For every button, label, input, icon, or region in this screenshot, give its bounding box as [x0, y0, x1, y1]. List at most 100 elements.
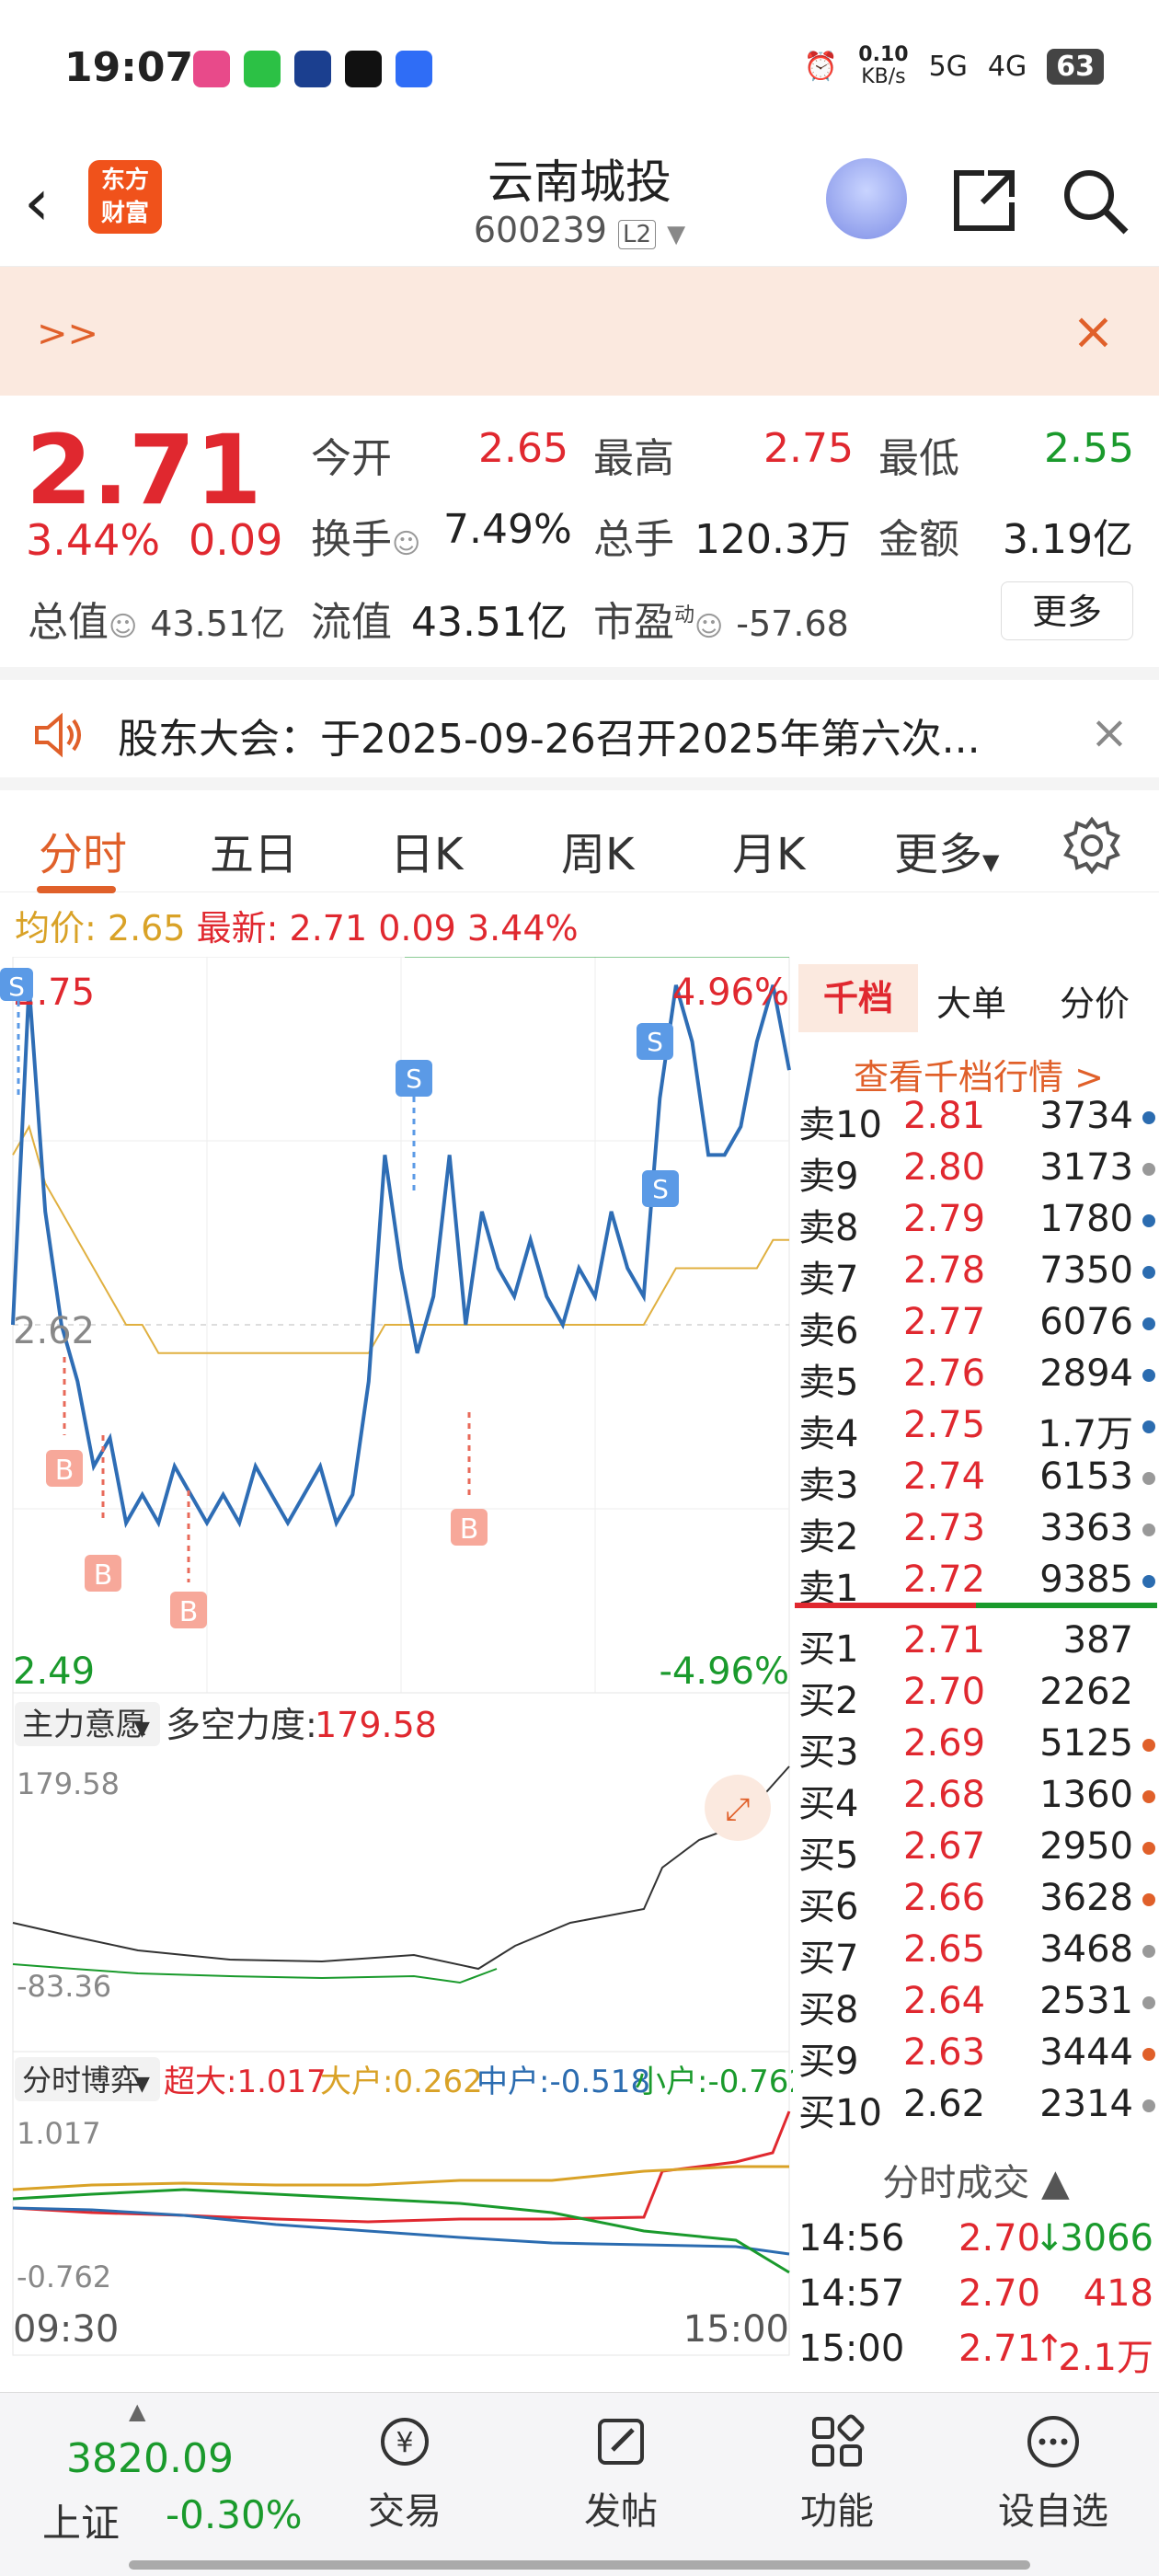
ask-row[interactable]: 卖4 2.75 1.7万 — [793, 1404, 1159, 1455]
edit-icon — [598, 2419, 644, 2465]
share-icon[interactable] — [947, 164, 1021, 237]
svg-text:B: B — [55, 1455, 75, 1487]
tab-intraday[interactable]: 分时 — [39, 818, 127, 882]
turnover-label: 换手☺ — [311, 516, 421, 563]
order-book-panel: 千档 大单 分价 卖10 2.81 3734 卖9 2.80 3173 卖8 2.79 1780… — [793, 957, 1159, 2379]
tab-daily-k[interactable]: 日K — [390, 818, 463, 882]
notice-bar[interactable]: 股东大会：于2025-09-26召开2025年第六次... × — [0, 667, 1159, 777]
sell-marker[interactable]: S — [642, 1170, 679, 1207]
app-notification-icon — [193, 51, 230, 87]
bid-row[interactable]: 买10 2.62 2314 — [793, 2083, 1159, 2134]
index-change[interactable]: -0.30% — [166, 2492, 303, 2537]
nav-trade[interactable]: ¥ 交易 — [336, 2411, 474, 2535]
svg-text:¥: ¥ — [396, 2427, 413, 2459]
volume-value: 120.3万 — [694, 516, 851, 563]
bid-row[interactable]: 买3 2.69 5125 — [793, 1722, 1159, 1774]
svg-text:S: S — [652, 1174, 669, 1204]
min-pct-label: -4.96% — [659, 1650, 789, 1693]
app-icon — [294, 51, 331, 87]
svg-text:B: B — [94, 1559, 113, 1592]
indicator2-mid: 中户:-0.518 — [476, 2064, 650, 2100]
time-start-label: 09:30 — [13, 2308, 119, 2351]
change-percent: 3.44% — [26, 515, 161, 565]
svg-text:S: S — [406, 1064, 422, 1094]
float-label: 流值 — [311, 599, 392, 646]
more-button[interactable]: 更多 — [1001, 581, 1133, 640]
indicator1-sub-label: 多空力度: — [166, 1705, 317, 1745]
bid-row[interactable]: 买2 2.70 2262 — [793, 1671, 1159, 1722]
ask-row[interactable]: 卖3 2.74 6153 — [793, 1455, 1159, 1507]
index-value[interactable]: 3820.09 — [66, 2435, 234, 2482]
nav-add-watchlist[interactable]: 设自选 — [984, 2411, 1122, 2535]
market-value: 总值☺ 43.51亿 — [28, 599, 286, 646]
chevron-up-icon: ▲ — [129, 2398, 146, 2424]
index-name[interactable]: 上证 — [42, 2492, 120, 2548]
tab-more[interactable]: 更多▼ — [894, 818, 999, 882]
bottom-nav: ▲ 3820.09 上证 -0.30% ¥ 交易 发帖 功能 设自选 — [0, 2392, 1159, 2576]
indicator2-min: -0.762 — [17, 2260, 111, 2294]
ask-row[interactable]: 卖9 2.80 3173 — [793, 1146, 1159, 1198]
notice-text: 股东大会：于2025-09-26召开2025年第六次... — [118, 716, 981, 763]
bid-row[interactable]: 买9 2.63 3444 — [793, 2031, 1159, 2083]
notice-close-button[interactable]: × — [1090, 706, 1129, 759]
baidu-icon — [396, 51, 432, 87]
trade-icon: ¥ — [381, 2418, 429, 2466]
turnover-value: 7.49% — [443, 506, 572, 553]
trade-list-title[interactable]: 分时成交 ▲ — [793, 2153, 1159, 2206]
ai-assistant-icon[interactable] — [826, 158, 907, 239]
chevron-down-icon: ▼ — [134, 1718, 150, 1741]
view-depth-link[interactable]: 查看千档行情 > — [848, 1049, 1109, 1099]
signal-5g: 5G — [928, 50, 968, 83]
tab-underline — [37, 886, 116, 893]
bid-row[interactable]: 买5 2.67 2950 — [793, 1825, 1159, 1877]
order-book-divider — [795, 1603, 1157, 1608]
alarm-icon: ⏰ — [803, 50, 839, 83]
low-label: 最低 — [878, 435, 959, 482]
status-time: 19:07 — [64, 44, 194, 91]
ask-row[interactable]: 卖6 2.77 6076 — [793, 1301, 1159, 1352]
float-value: 43.51亿 — [411, 599, 568, 646]
tab-monthly-k[interactable]: 月K — [732, 818, 805, 882]
signal-4g: 4G — [987, 50, 1027, 83]
home-indicator[interactable] — [129, 2560, 1030, 2570]
tab-weekly-k[interactable]: 周K — [561, 818, 634, 882]
ask-row[interactable]: 卖10 2.81 3734 — [793, 1095, 1159, 1146]
intraday-chart[interactable]: 2.75 2.62 2.49 4.96% -4.96% B B B B S S … — [0, 957, 793, 2374]
ask-row[interactable]: 卖2 2.73 3363 — [793, 1507, 1159, 1558]
more-dots-icon — [1027, 2416, 1079, 2467]
bid-row[interactable]: 买8 2.64 2531 — [793, 1980, 1159, 2031]
min-price-label: 2.49 — [13, 1650, 95, 1693]
high-label: 最高 — [593, 435, 674, 482]
gear-icon[interactable] — [1062, 816, 1121, 875]
order-book-tabs: 千档 大单 分价 — [793, 957, 1159, 1040]
chart-tabs: 分时 五日 日K 周K 月K 更多▼ — [0, 777, 1159, 893]
tab-big-orders[interactable]: 大单 — [936, 975, 1006, 1026]
tab-order-depth[interactable]: 千档 — [798, 964, 918, 1032]
battery-icon: 63 — [1047, 48, 1104, 85]
status-bar: 19:07 ⏰ 0.10 KB/s 5G 4G 63 — [0, 0, 1159, 138]
chevron-down-icon: ▼ — [667, 221, 686, 248]
bid-row[interactable]: 买4 2.68 1360 — [793, 1774, 1159, 1825]
indicator2-name: 分时博弈 — [22, 2063, 140, 2098]
ask-row[interactable]: 卖7 2.78 7350 — [793, 1249, 1159, 1301]
indicator1-name: 主力意愿 — [22, 1707, 147, 1743]
promo-banner[interactable]: >> × — [0, 267, 1159, 396]
banner-close-button[interactable]: × — [1072, 302, 1115, 362]
bid-row[interactable]: 买1 2.71 387 — [793, 1619, 1159, 1671]
ask-row[interactable]: 卖5 2.76 2894 — [793, 1352, 1159, 1404]
bid-row[interactable]: 买7 2.65 3468 — [793, 1928, 1159, 1980]
level-badge: L2 — [618, 220, 657, 249]
nav-functions[interactable]: 功能 — [768, 2411, 906, 2535]
svg-text:▼: ▼ — [134, 2073, 150, 2096]
bid-row[interactable]: 买6 2.66 3628 — [793, 1877, 1159, 1928]
pe-label: 市盈动☺ -57.68 — [593, 599, 849, 646]
search-icon[interactable] — [1058, 164, 1131, 237]
grid-icon — [812, 2414, 865, 2467]
ask-row[interactable]: 卖8 2.79 1780 — [793, 1198, 1159, 1249]
tab-5day[interactable]: 五日 — [210, 818, 298, 882]
amount-label: 金额 — [878, 516, 959, 563]
indicator2-max: 1.017 — [17, 2116, 101, 2151]
nav-post[interactable]: 发帖 — [552, 2411, 690, 2535]
sell-marker[interactable]: S — [637, 1023, 673, 1060]
tab-price-dist[interactable]: 分价 — [1060, 975, 1130, 1026]
